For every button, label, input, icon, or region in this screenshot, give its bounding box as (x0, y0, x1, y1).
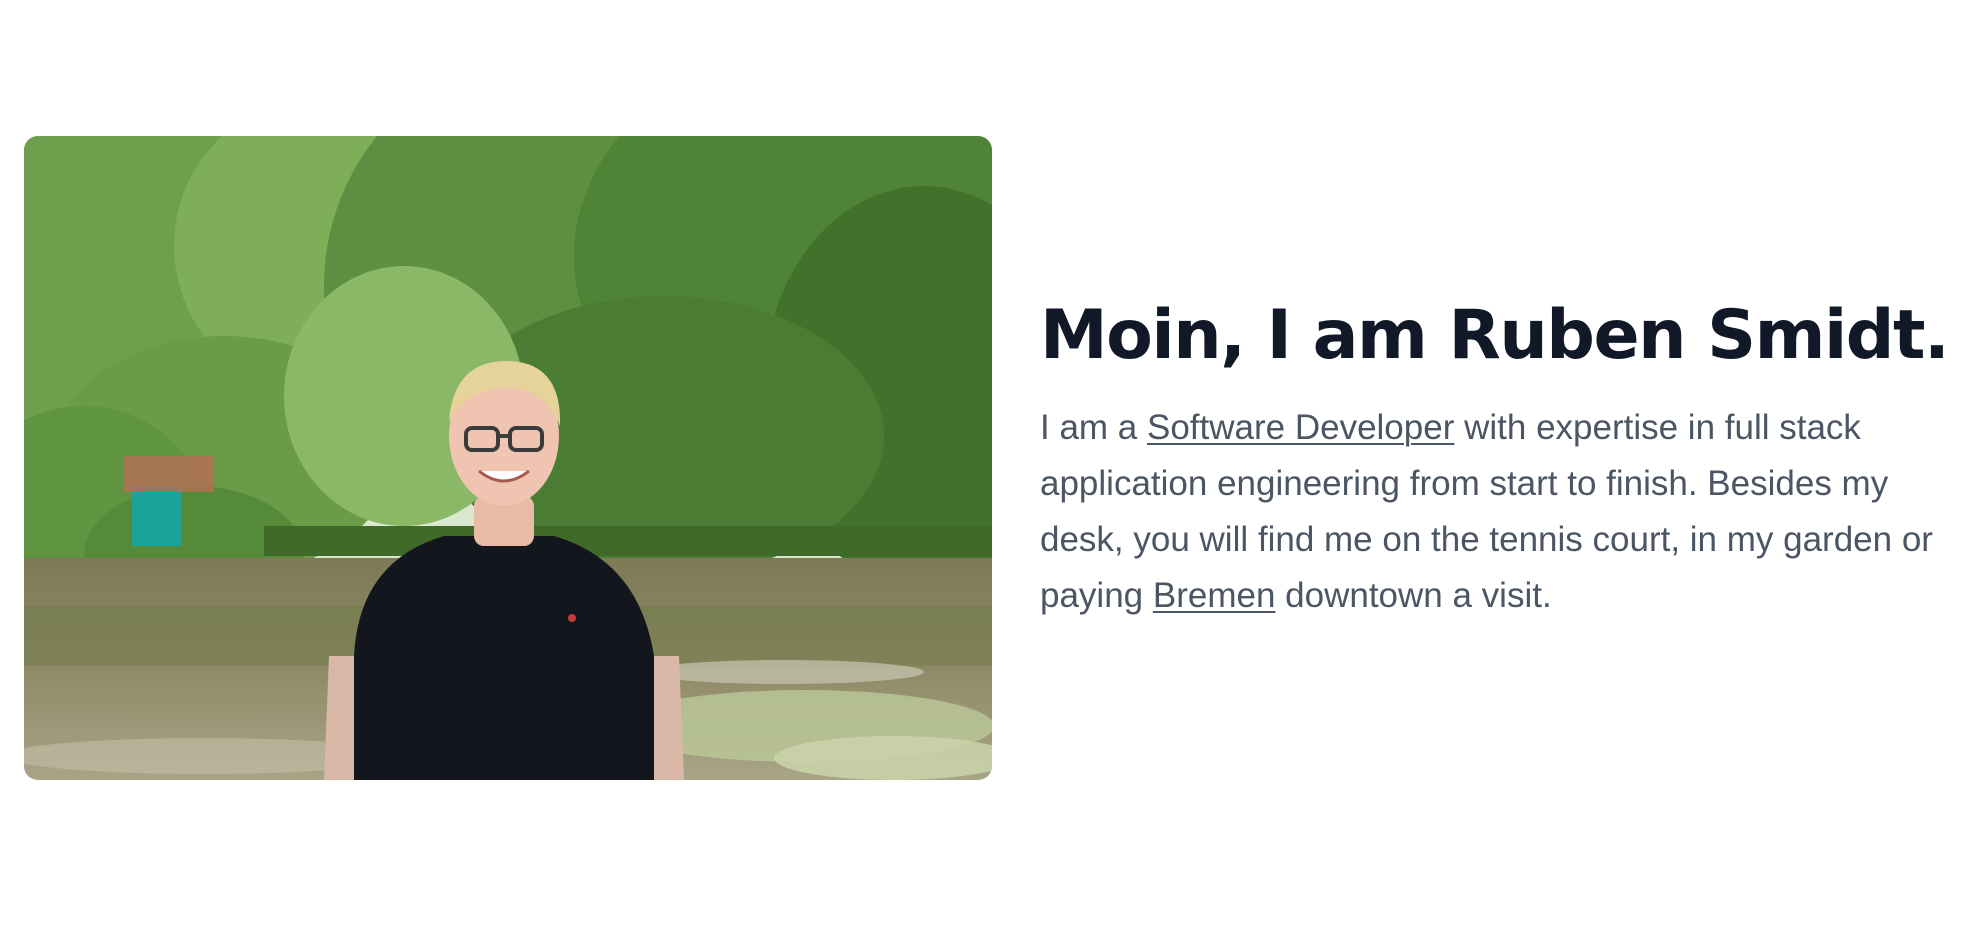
intro-text-start: I am a (1040, 408, 1147, 447)
profile-photo (24, 136, 992, 780)
software-developer-link[interactable]: Software Developer (1147, 408, 1454, 447)
page: Moin, I am Ruben Smidt. I am a Software … (0, 0, 1988, 942)
intro-paragraph: I am a Software Developer with expertise… (1040, 400, 1980, 624)
photo-illustration (24, 136, 992, 780)
intro-section: Moin, I am Ruben Smidt. I am a Software … (1040, 290, 1980, 624)
bremen-link[interactable]: Bremen (1153, 576, 1276, 615)
intro-text-end: downtown a visit. (1275, 576, 1552, 615)
page-title: Moin, I am Ruben Smidt. (1040, 296, 1950, 375)
